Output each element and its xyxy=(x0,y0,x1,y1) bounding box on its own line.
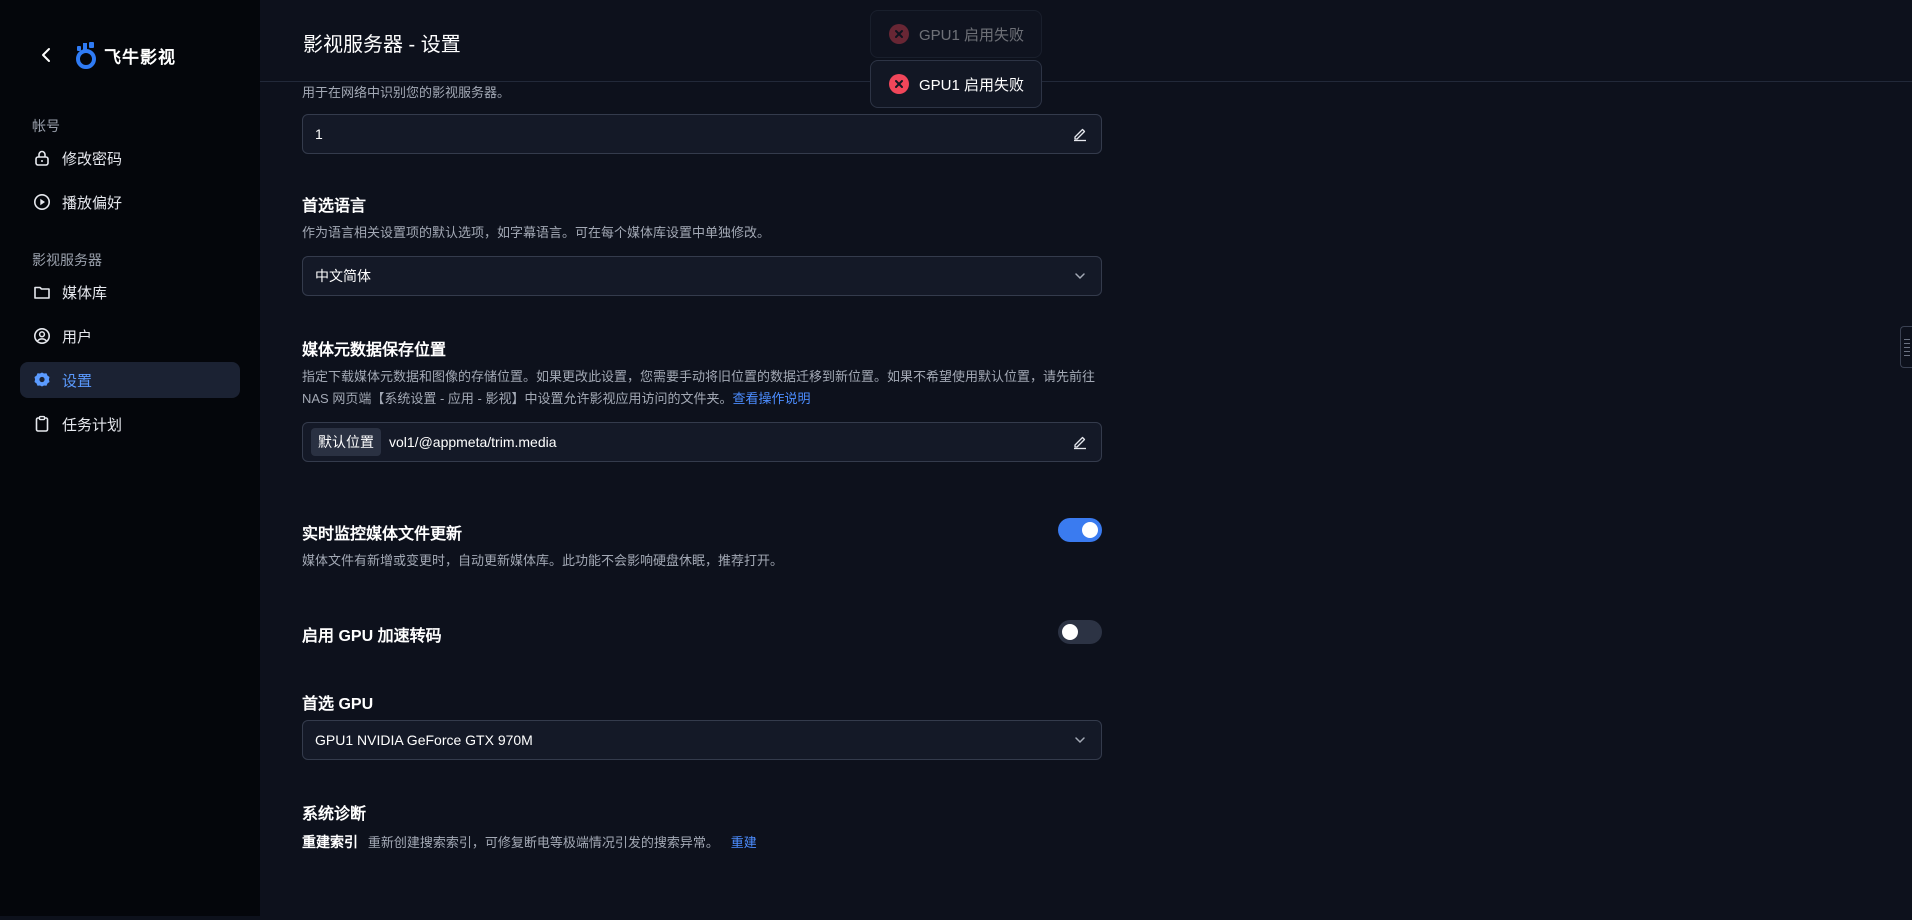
toast-error: GPU1 启用失败 xyxy=(870,10,1042,58)
sidebar-item-scheduled-tasks[interactable]: 任务计划 xyxy=(20,406,240,442)
sidebar-item-label: 媒体库 xyxy=(62,284,108,302)
app-name: 飞牛影视 xyxy=(104,47,176,67)
toast-message: GPU1 启用失败 xyxy=(919,76,1025,94)
metadata-path-description: 指定下载媒体元数据和图像的存储位置。如果更改此设置，您需要手动将旧位置的数据迁移… xyxy=(302,366,1102,410)
server-name-field[interactable]: 1 xyxy=(302,114,1102,154)
error-icon xyxy=(889,74,909,94)
reindex-button[interactable]: 重建 xyxy=(731,835,757,850)
metadata-path-title: 媒体元数据保存位置 xyxy=(302,342,447,359)
preferred-gpu-value: GPU1 NVIDIA GeForce GTX 970M xyxy=(315,732,533,748)
gpu-transcode-row: 启用 GPU 加速转码 xyxy=(302,620,1102,645)
realtime-monitor-title: 实时监控媒体文件更新 xyxy=(302,526,463,543)
metadata-path-description-line2: NAS 网页端【系统设置 - 应用 - 影视】中设置允许影视应用访问的文件夹。 xyxy=(302,391,733,406)
help-link[interactable]: 查看操作说明 xyxy=(732,391,810,406)
chevron-down-icon xyxy=(1071,731,1089,749)
server-name-value: 1 xyxy=(315,126,323,142)
default-location-tag: 默认位置 xyxy=(311,428,381,456)
sidebar-item-label: 设置 xyxy=(62,372,93,390)
app-logo xyxy=(74,40,98,70)
chevron-left-icon xyxy=(42,48,50,62)
page-header: 影视服务器 - 设置 xyxy=(260,0,1912,82)
section-title-media-server: 影视服务器 xyxy=(32,252,102,268)
play-circle-icon xyxy=(32,192,52,212)
sidebar-item-label: 用户 xyxy=(62,328,93,346)
metadata-path-field[interactable]: 默认位置 vol1/@appmeta/trim.media xyxy=(302,422,1102,462)
metadata-path-value: vol1/@appmeta/trim.media xyxy=(389,434,557,450)
diagnostics-title: 系统诊断 xyxy=(302,806,367,823)
preferred-gpu-select[interactable]: GPU1 NVIDIA GeForce GTX 970M xyxy=(302,720,1102,760)
metadata-path-description-line1: 指定下载媒体元数据和图像的存储位置。如果更改此设置，您需要手动将旧位置的数据迁移… xyxy=(302,369,1096,384)
toast-error: GPU1 启用失败 xyxy=(870,60,1042,108)
reindex-description: 重新创建搜索索引，可修复断电等极端情况引发的搜索异常。 xyxy=(367,835,719,850)
sidebar: 飞牛影视 帐号 修改密码 播放偏好 影视服务器 媒体库 用户 设置 任务计划 xyxy=(0,0,260,916)
reindex-label: 重建索引 xyxy=(302,834,358,850)
brand: 飞牛影视 xyxy=(36,38,176,72)
preferred-gpu-title: 首选 GPU xyxy=(302,696,374,713)
sidebar-item-settings[interactable]: 设置 xyxy=(20,362,240,398)
realtime-monitor-toggle[interactable] xyxy=(1058,518,1102,542)
language-title: 首选语言 xyxy=(302,198,367,215)
folder-icon xyxy=(32,282,52,302)
language-value: 中文简体 xyxy=(315,268,371,284)
realtime-monitor-description: 媒体文件有新增或变更时，自动更新媒体库。此功能不会影响硬盘休眠，推荐打开。 xyxy=(302,553,784,568)
sidebar-item-label: 播放偏好 xyxy=(62,194,123,212)
lock-icon xyxy=(32,148,52,168)
sidebar-item-media-library[interactable]: 媒体库 xyxy=(20,274,240,310)
user-circle-icon xyxy=(32,326,52,346)
sidebar-item-label: 修改密码 xyxy=(62,150,123,168)
sidebar-item-label: 任务计划 xyxy=(62,416,123,434)
realtime-monitor-row: 实时监控媒体文件更新 xyxy=(302,518,1102,543)
back-button[interactable] xyxy=(36,45,56,65)
gear-icon xyxy=(32,370,52,390)
sidebar-item-users[interactable]: 用户 xyxy=(20,318,240,354)
language-select[interactable]: 中文简体 xyxy=(302,256,1102,296)
sidebar-item-change-password[interactable]: 修改密码 xyxy=(20,140,240,176)
chevron-down-icon xyxy=(1071,267,1089,285)
side-panel-handle[interactable] xyxy=(1900,326,1912,368)
edit-icon[interactable] xyxy=(1071,125,1089,143)
gpu-transcode-title: 启用 GPU 加速转码 xyxy=(302,628,442,645)
edit-icon[interactable] xyxy=(1071,433,1089,451)
gpu-transcode-toggle[interactable] xyxy=(1058,620,1102,644)
server-name-description: 用于在网络中识别您的影视服务器。 xyxy=(302,85,511,100)
toast-message: GPU1 启用失败 xyxy=(919,26,1025,44)
reindex-row: 重建索引 重新创建搜索索引，可修复断电等极端情况引发的搜索异常。 重建 xyxy=(302,832,1102,854)
sidebar-item-playback-preferences[interactable]: 播放偏好 xyxy=(20,184,240,220)
error-icon xyxy=(889,24,909,44)
page-title: 影视服务器 - 设置 xyxy=(303,34,461,56)
clipboard-icon xyxy=(32,414,52,434)
section-title-account: 帐号 xyxy=(32,118,60,134)
language-description: 作为语言相关设置项的默认选项，如字幕语言。可在每个媒体库设置中单独修改。 xyxy=(302,225,771,240)
